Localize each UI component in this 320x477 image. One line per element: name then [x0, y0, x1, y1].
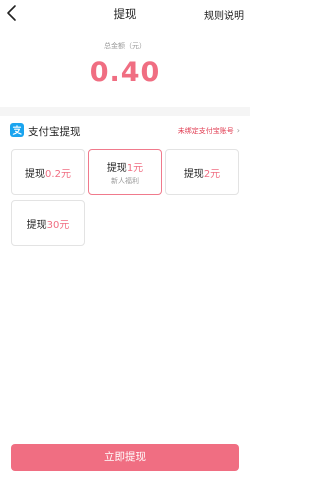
bind-alipay-label: 未绑定支付宝账号	[177, 127, 234, 135]
rules-link[interactable]: 规则说明	[204, 7, 244, 22]
withdraw-option-1[interactable]: 提现1元 新人福利	[88, 149, 162, 195]
header-bar: 提现 规则说明	[0, 0, 250, 27]
total-amount: 0.40	[89, 57, 161, 88]
option-amount: 30元	[46, 220, 70, 231]
withdraw-option-0-2[interactable]: 提现0.2元	[11, 149, 85, 195]
withdraw-option-30[interactable]: 提现30元	[11, 200, 85, 246]
option-amount: 1元	[126, 163, 144, 174]
bind-alipay-link[interactable]: 未绑定支付宝账号 ›	[178, 126, 240, 136]
option-amount: 0.2元	[45, 169, 71, 180]
withdraw-now-button[interactable]: 立即提现	[11, 444, 239, 471]
withdraw-option-2[interactable]: 提现2元	[165, 149, 239, 195]
alipay-icon	[10, 123, 24, 137]
section-divider	[0, 107, 250, 116]
option-prefix: 提现	[25, 169, 46, 180]
option-prefix: 提现	[26, 220, 47, 231]
withdraw-method-row: 支付宝提现 未绑定支付宝账号 ›	[0, 116, 250, 144]
withdraw-page: 提现 规则说明 总金额（元） 0.40 支付宝提现 未绑定支付宝账号 › 提现0.…	[0, 0, 250, 477]
total-section: 总金额（元） 0.40	[0, 27, 250, 107]
option-amount: 2元	[203, 169, 221, 180]
option-prefix: 提现	[106, 163, 127, 174]
alipay-withdraw-label: 支付宝提现	[28, 126, 81, 138]
total-label: 总金额（元）	[104, 42, 146, 50]
option-sub-label: 新人福利	[111, 177, 139, 185]
chevron-right-icon: ›	[236, 126, 240, 135]
option-prefix: 提现	[183, 169, 204, 180]
